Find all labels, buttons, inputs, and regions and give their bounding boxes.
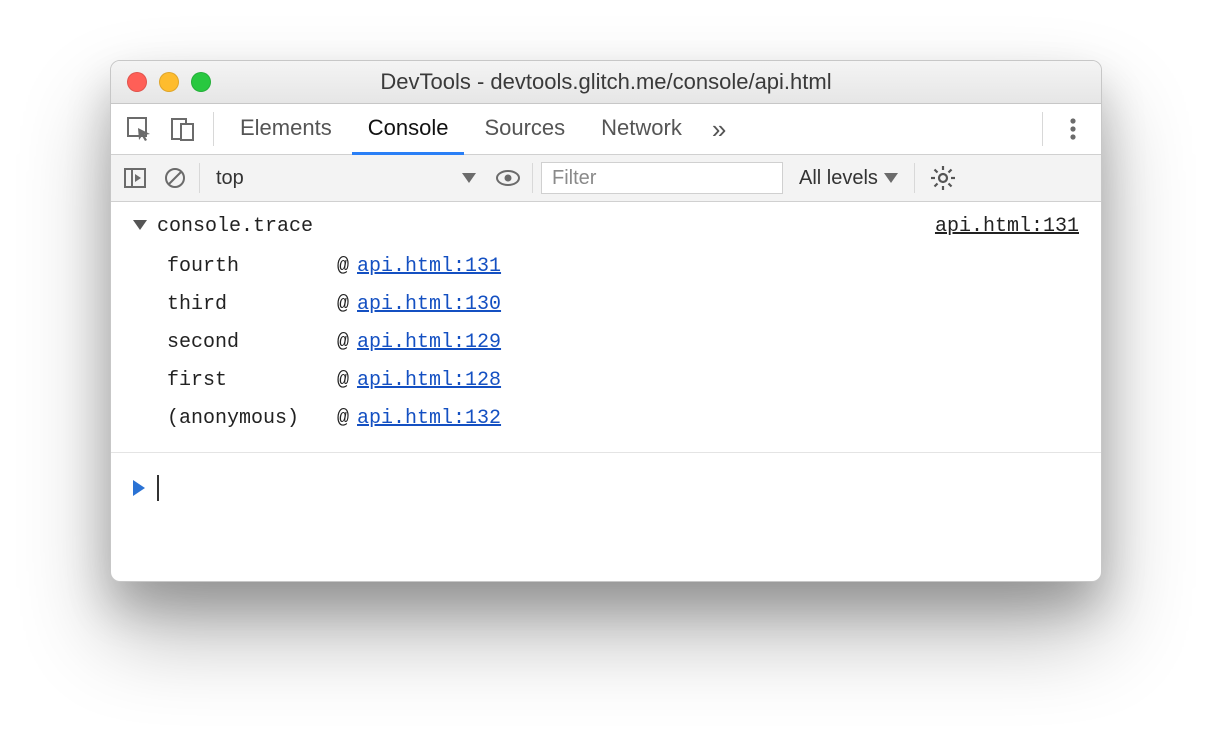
stack-trace: fourth @ api.html:131 third @ api.html:1… xyxy=(111,246,1101,453)
console-filter-input[interactable] xyxy=(541,162,783,194)
minimize-window-button[interactable] xyxy=(159,72,179,92)
text-cursor xyxy=(157,475,159,501)
stack-frame: fourth @ api.html:131 xyxy=(167,248,1079,286)
toggle-console-sidebar-icon[interactable] xyxy=(119,162,151,194)
tab-label: Sources xyxy=(484,115,565,141)
execution-context-label: top xyxy=(216,167,244,190)
devtools-menu-button[interactable] xyxy=(1053,116,1093,142)
live-expression-icon[interactable] xyxy=(492,162,524,194)
stack-frame-link[interactable]: api.html:129 xyxy=(357,331,501,354)
console-trace-header[interactable]: console.trace api.html:131 xyxy=(111,202,1101,246)
console-toolbar: top All levels xyxy=(111,155,1101,202)
tabs-overflow-button[interactable]: » xyxy=(702,105,736,153)
stack-frame-function: first xyxy=(167,362,337,400)
tab-label: Console xyxy=(368,115,449,141)
console-prompt[interactable] xyxy=(111,453,1101,523)
tab-sources[interactable]: Sources xyxy=(468,104,581,155)
console-settings-button[interactable] xyxy=(923,165,963,191)
stack-frame: (anonymous) @ api.html:132 xyxy=(167,400,1079,438)
devtools-window: DevTools - devtools.glitch.me/console/ap… xyxy=(110,60,1102,582)
console-output: console.trace api.html:131 fourth @ api.… xyxy=(111,202,1101,523)
stack-frame: first @ api.html:128 xyxy=(167,362,1079,400)
tab-elements[interactable]: Elements xyxy=(224,104,348,155)
disclosure-triangle-icon[interactable] xyxy=(133,220,147,230)
stack-frame-function: (anonymous) xyxy=(167,400,337,438)
stack-frame-function: third xyxy=(167,286,337,324)
chevron-down-icon xyxy=(462,173,476,183)
tab-console[interactable]: Console xyxy=(352,104,465,155)
stack-frame-link[interactable]: api.html:132 xyxy=(357,407,501,430)
prompt-chevron-icon xyxy=(133,480,145,496)
log-levels-selector[interactable]: All levels xyxy=(791,167,906,190)
toolbar-separator xyxy=(213,112,214,146)
tabs-overflow-glyph: » xyxy=(712,114,726,145)
window-title: DevTools - devtools.glitch.me/console/ap… xyxy=(111,69,1101,95)
toolbar-separator xyxy=(532,163,533,193)
stack-frame-function: second xyxy=(167,324,337,362)
stack-frame-link[interactable]: api.html:131 xyxy=(357,255,501,278)
close-window-button[interactable] xyxy=(127,72,147,92)
gear-icon xyxy=(930,165,956,191)
stack-frame-at: @ xyxy=(337,324,349,362)
device-toolbar-icon[interactable] xyxy=(163,109,203,149)
stack-frame-function: fourth xyxy=(167,248,337,286)
clear-console-icon[interactable] xyxy=(159,162,191,194)
execution-context-selector[interactable]: top xyxy=(208,162,484,194)
console-trace-label: console.trace xyxy=(157,208,313,246)
stack-frame: third @ api.html:130 xyxy=(167,286,1079,324)
devtools-tabstrip: Elements Console Sources Network » xyxy=(111,104,1101,155)
titlebar: DevTools - devtools.glitch.me/console/ap… xyxy=(111,61,1101,104)
chevron-down-icon xyxy=(884,173,898,183)
toolbar-separator xyxy=(914,163,915,193)
source-link[interactable]: api.html:131 xyxy=(935,208,1079,246)
stack-frame-link[interactable]: api.html:130 xyxy=(357,293,501,316)
inspect-element-icon[interactable] xyxy=(119,109,159,149)
zoom-window-button[interactable] xyxy=(191,72,211,92)
traffic-lights xyxy=(127,72,211,92)
log-levels-label: All levels xyxy=(799,167,878,190)
stack-frame-link[interactable]: api.html:128 xyxy=(357,369,501,392)
toolbar-separator xyxy=(199,163,200,193)
stack-frame-at: @ xyxy=(337,248,349,286)
tab-network[interactable]: Network xyxy=(585,104,698,155)
toolbar-separator xyxy=(1042,112,1043,146)
stack-frame-at: @ xyxy=(337,286,349,324)
stack-frame-at: @ xyxy=(337,400,349,438)
stack-frame-at: @ xyxy=(337,362,349,400)
tab-label: Network xyxy=(601,115,682,141)
stack-frame: second @ api.html:129 xyxy=(167,324,1079,362)
tab-label: Elements xyxy=(240,115,332,141)
